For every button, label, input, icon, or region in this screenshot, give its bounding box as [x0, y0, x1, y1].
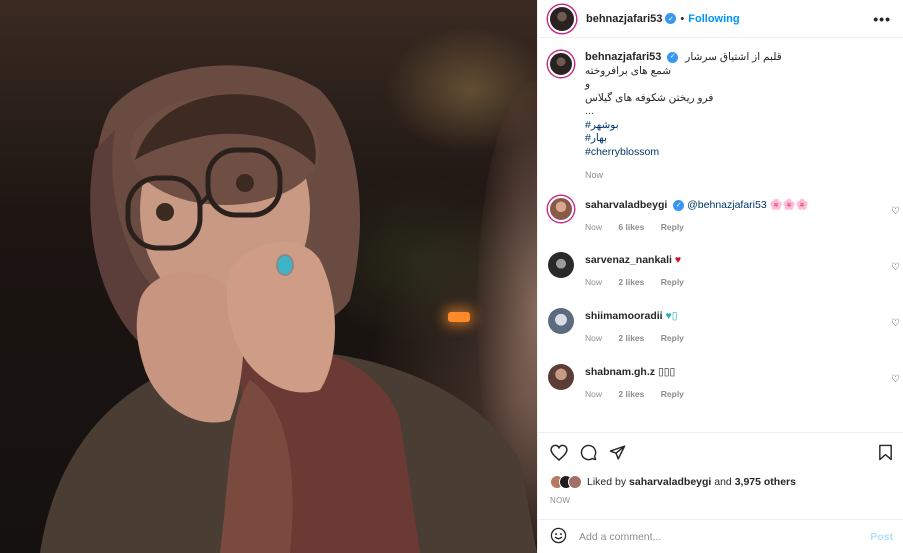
comment-bubble-icon[interactable] — [580, 444, 597, 461]
separator-dot: • — [680, 12, 685, 25]
emoji-icon[interactable] — [550, 527, 567, 547]
comment-item: saharvaladbeygi ✓ @behnazjafari53 🌸🌸🌸 No… — [538, 192, 903, 248]
comment-item: sarvenaz_nankali ♥ Now 2 likes Reply ♡ — [538, 248, 903, 304]
comment-time: Now — [585, 222, 603, 232]
post-comment-button[interactable]: Post — [870, 531, 893, 543]
likes-summary: Liked by saharvaladbeygi and 3,975 other… — [550, 475, 893, 489]
comment-likes[interactable]: 2 likes — [618, 333, 644, 343]
commenter-username[interactable]: shiimamooradii — [585, 310, 663, 322]
caption-username[interactable]: behnazjafari53 — [585, 51, 661, 63]
hashtag-link[interactable]: #بهار — [585, 132, 782, 146]
caption-line: و — [585, 78, 591, 90]
reply-button[interactable]: Reply — [661, 333, 684, 343]
comment-mention[interactable]: @behnazjafari53 — [687, 199, 767, 211]
add-comment-input[interactable] — [579, 530, 871, 543]
post-image[interactable] — [0, 0, 537, 553]
likes-prefix: Liked by — [587, 476, 627, 488]
post-date: NOW — [550, 496, 571, 505]
liker-avatar — [568, 475, 582, 489]
commenter-avatar[interactable] — [548, 252, 574, 278]
like-comment-heart-icon[interactable]: ♡ — [891, 374, 900, 385]
comment-time: Now — [585, 333, 603, 343]
share-paper-plane-icon[interactable] — [609, 444, 626, 461]
portrait-illustration — [40, 65, 537, 553]
like-comment-heart-icon[interactable]: ♡ — [891, 206, 900, 217]
comment-text: ▯▯▯ — [657, 366, 676, 378]
comment-likes[interactable]: 2 likes — [618, 389, 644, 399]
like-comment-heart-icon[interactable]: ♡ — [891, 262, 900, 273]
post-header: behnazjafari53 ✓ • Following ••• — [538, 0, 903, 38]
comment-body: shabnam.gh.z ▯▯▯ Now 2 likes Reply — [585, 366, 698, 416]
caption-line: ... — [585, 105, 594, 117]
add-comment-bar: Post — [538, 519, 903, 553]
like-heart-icon[interactable] — [550, 444, 568, 461]
commenter-username[interactable]: shabnam.gh.z — [585, 366, 655, 378]
reply-button[interactable]: Reply — [661, 222, 684, 232]
verified-badge-icon: ✓ — [667, 51, 679, 63]
comment-body: saharvaladbeygi ✓ @behnazjafari53 🌸🌸🌸 No… — [585, 198, 809, 248]
author-avatar[interactable] — [548, 4, 576, 33]
comment-likes[interactable]: 6 likes — [618, 222, 644, 232]
post-actions: Liked by saharvaladbeygi and 3,975 other… — [538, 432, 903, 505]
commenter-username[interactable]: sarvenaz_nankali — [585, 254, 672, 266]
comment-item: shabnam.gh.z ▯▯▯ Now 2 likes Reply ♡ — [538, 360, 903, 416]
like-comment-heart-icon[interactable]: ♡ — [891, 318, 900, 329]
caption-body: behnazjafari53 ✓ قلبم از اشتیاق سرشار شم… — [585, 51, 782, 192]
commenter-username[interactable]: saharvaladbeygi — [585, 199, 667, 211]
caption-avatar[interactable] — [548, 51, 574, 77]
comment-item: shiimamooradii ♥▯ Now 2 likes Reply ♡ — [538, 304, 903, 360]
author-username[interactable]: behnazjafari53 — [586, 13, 662, 25]
caption: behnazjafari53 ✓ قلبم از اشتیاق سرشار شم… — [538, 39, 903, 192]
commenter-avatar[interactable] — [548, 196, 574, 222]
verified-badge-icon: ✓ — [673, 199, 685, 211]
caption-line: فرو ریختن شکوفه های گیلاس — [585, 91, 714, 104]
caption-line: شمع های برافروخته — [585, 64, 672, 77]
comment-time: Now — [585, 389, 603, 399]
liked-by-username[interactable]: saharvaladbeygi — [629, 476, 711, 488]
comment-likes[interactable]: 2 likes — [618, 277, 644, 287]
more-options-icon[interactable]: ••• — [873, 11, 891, 27]
comment-body: shiimamooradii ♥▯ Now 2 likes Reply — [585, 310, 698, 360]
commenter-avatar[interactable] — [548, 364, 574, 390]
likes-others-link[interactable]: 3,975 others — [735, 476, 796, 488]
likes-connector: and — [714, 476, 732, 488]
author-info: behnazjafari53 ✓ • Following — [586, 13, 740, 25]
post-panel: behnazjafari53 ✓ • Following ••• behnazj… — [537, 0, 903, 553]
comment-time: Now — [585, 277, 603, 287]
caption-line: قلبم از اشتیاق سرشار — [685, 51, 782, 63]
commenter-avatar[interactable] — [548, 308, 574, 334]
hashtag-link[interactable]: #cherryblossom — [585, 146, 782, 160]
liker-avatars[interactable] — [550, 475, 582, 489]
comment-body: sarvenaz_nankali ♥ Now 2 likes Reply — [585, 254, 698, 304]
verified-badge-icon: ✓ — [665, 13, 677, 24]
comment-text: ♥ — [674, 254, 682, 266]
hashtag-link[interactable]: #بوشهر — [585, 119, 782, 133]
comment-text: 🌸🌸🌸 — [769, 199, 809, 211]
reply-button[interactable]: Reply — [661, 389, 684, 399]
save-bookmark-icon[interactable] — [878, 444, 893, 461]
action-icons — [550, 441, 893, 463]
comments-list[interactable]: behnazjafari53 ✓ قلبم از اشتیاق سرشار شم… — [538, 39, 903, 432]
comment-text: ♥▯ — [665, 310, 678, 322]
following-button[interactable]: Following — [688, 13, 739, 25]
reply-button[interactable]: Reply — [661, 277, 684, 287]
caption-time: Now — [585, 170, 604, 180]
